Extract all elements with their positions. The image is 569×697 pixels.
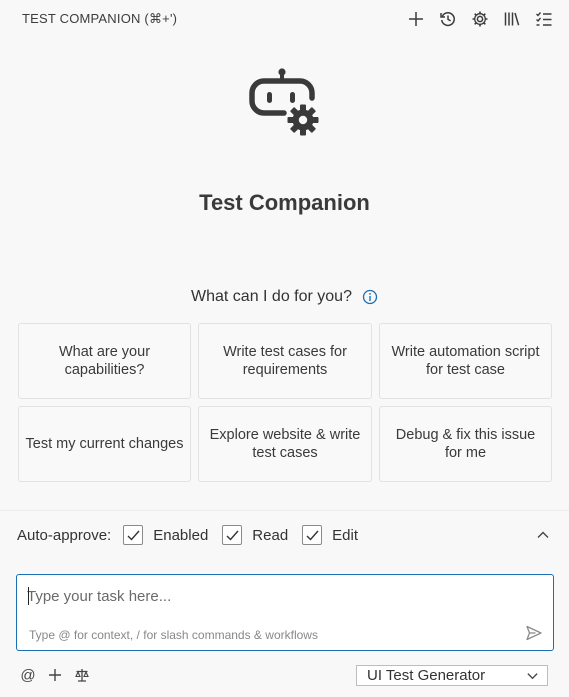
check-icon	[127, 530, 140, 541]
chevron-up-icon[interactable]	[533, 525, 553, 545]
header-actions	[405, 8, 555, 30]
info-icon[interactable]	[362, 289, 378, 305]
prompt-row: What can I do for you?	[0, 288, 569, 306]
panel-title: TEST COMPANION (⌘+')	[22, 11, 178, 26]
at-mention-icon[interactable]: @	[18, 665, 38, 685]
checkbox-label: Enabled	[153, 526, 209, 544]
input-hint: Type @ for context, / for slash commands…	[29, 628, 318, 642]
enabled-checkbox[interactable]: Enabled	[123, 525, 208, 545]
prompt-text: What can I do for you?	[191, 288, 352, 305]
suggestion-card[interactable]: Test my current changes	[18, 406, 191, 482]
bottom-toolbar: @ UI Test Generator	[18, 664, 548, 686]
checkbox-label: Read	[252, 526, 289, 544]
suggestion-card[interactable]: Explore website & write test cases	[198, 406, 372, 482]
checkbox-box[interactable]	[302, 525, 323, 545]
chevron-down-icon	[527, 672, 538, 679]
text-caret	[28, 587, 29, 605]
suggestion-card[interactable]: What are your capabilities?	[18, 323, 191, 399]
auto-approve-row: Auto-approve: Enabled Read Edit	[17, 522, 553, 548]
add-context-icon[interactable]	[45, 665, 65, 685]
check-icon	[226, 530, 239, 541]
mode-select-value: UI Test Generator	[367, 666, 486, 684]
checkbox-box[interactable]	[123, 525, 144, 545]
checkbox-box[interactable]	[222, 525, 243, 545]
mode-select[interactable]: UI Test Generator	[356, 664, 548, 686]
history-icon[interactable]	[437, 8, 459, 30]
task-input-box[interactable]: Type @ for context, / for slash commands…	[16, 574, 554, 651]
suggestion-card[interactable]: Debug & fix this issue for me	[379, 406, 552, 482]
hero-title: Test Companion	[199, 190, 370, 215]
check-icon	[306, 530, 319, 541]
auto-approve-label: Auto-approve:	[17, 526, 112, 544]
panel-header: TEST COMPANION (⌘+')	[0, 0, 569, 38]
read-checkbox[interactable]: Read	[222, 525, 288, 545]
scale-icon[interactable]	[72, 665, 92, 685]
edit-checkbox[interactable]: Edit	[302, 525, 358, 545]
gear-icon[interactable]	[469, 8, 491, 30]
library-icon[interactable]	[501, 8, 523, 30]
send-icon[interactable]	[525, 624, 543, 642]
checklist-icon[interactable]	[533, 8, 555, 30]
checkbox-label: Edit	[332, 526, 359, 544]
task-input[interactable]	[27, 585, 527, 607]
suggestion-card[interactable]: Write test cases for requirements	[198, 323, 372, 399]
divider	[0, 510, 569, 511]
robot-gear-icon	[249, 68, 319, 136]
suggestion-card[interactable]: Write automation script for test case	[379, 323, 552, 399]
plus-icon[interactable]	[405, 8, 427, 30]
suggestion-grid: What are your capabilities? Write test c…	[18, 323, 552, 482]
